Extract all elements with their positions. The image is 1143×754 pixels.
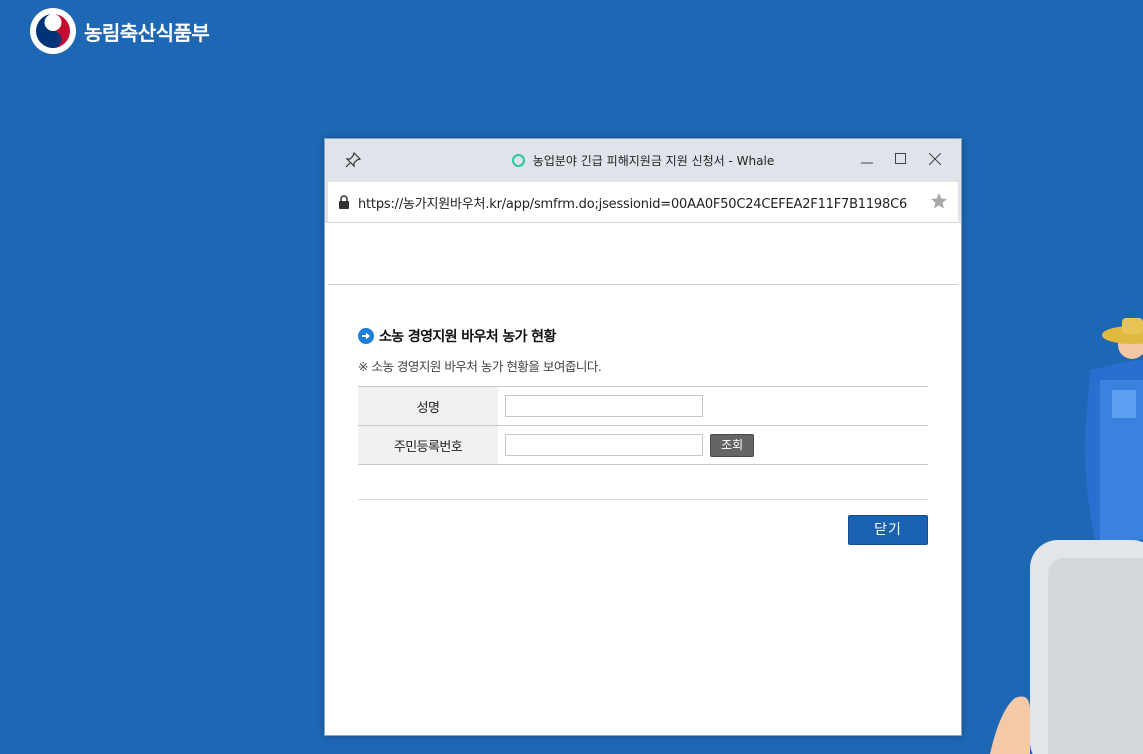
voucher-status-section: 소농 경영지원 바우처 농가 현황 ※ 소농 경영지원 바우처 농가 현황을 보… (358, 326, 928, 465)
page-header (328, 223, 958, 285)
bookmark-star-icon[interactable] (930, 192, 948, 210)
arrow-right-circle-icon (358, 328, 374, 344)
minimize-icon (861, 162, 873, 164)
close-window-button[interactable] (918, 145, 952, 173)
pin-icon[interactable] (344, 151, 362, 169)
maximize-icon (895, 153, 906, 164)
name-label: 성명 (358, 386, 498, 426)
close-button[interactable]: 닫기 (848, 515, 928, 545)
ministry-name: 농림축산식품부 (84, 20, 210, 45)
form-row-name: 성명 (358, 386, 928, 426)
whale-browser-icon (511, 154, 525, 167)
lookup-form: 성명 주민등록번호 조회 (358, 386, 928, 465)
browser-popup-window: 농업분야 긴급 피해지원금 지원 신청서 - Whale https://농가지… (324, 138, 962, 736)
page-content: 소농 경영지원 바우처 농가 현황 ※ 소농 경영지원 바우처 농가 현황을 보… (328, 223, 958, 732)
name-input[interactable] (505, 395, 703, 417)
ministry-logo: 농림축산식품부 (30, 8, 210, 54)
address-bar[interactable]: https://농가지원바우처.kr/app/smfrm.do;jsession… (325, 182, 961, 223)
farmer-illustration (990, 318, 1143, 754)
search-button[interactable]: 조회 (710, 433, 755, 457)
section-title-text: 소농 경영지원 바우처 농가 현황 (379, 329, 556, 345)
form-row-resident-number: 주민등록번호 조회 (358, 425, 928, 465)
lock-icon (339, 195, 349, 209)
window-title: 농업분야 긴급 피해지원금 지원 신청서 - Whale (532, 154, 775, 168)
maximize-button[interactable] (884, 145, 918, 173)
resident-number-input[interactable] (505, 434, 703, 456)
section-title: 소농 경영지원 바우처 농가 현황 (358, 326, 928, 346)
url-text[interactable]: https://농가지원바우처.kr/app/smfrm.do;jsession… (358, 193, 914, 212)
resident-number-label: 주민등록번호 (358, 425, 498, 465)
close-icon (929, 153, 941, 165)
section-description: ※ 소농 경영지원 바우처 농가 현황을 보여줍니다. (358, 359, 602, 374)
taegeuk-logo-icon (30, 8, 76, 54)
divider (358, 499, 928, 500)
title-bar[interactable]: 농업분야 긴급 피해지원금 지원 신청서 - Whale (325, 139, 961, 182)
minimize-button[interactable] (850, 145, 884, 173)
